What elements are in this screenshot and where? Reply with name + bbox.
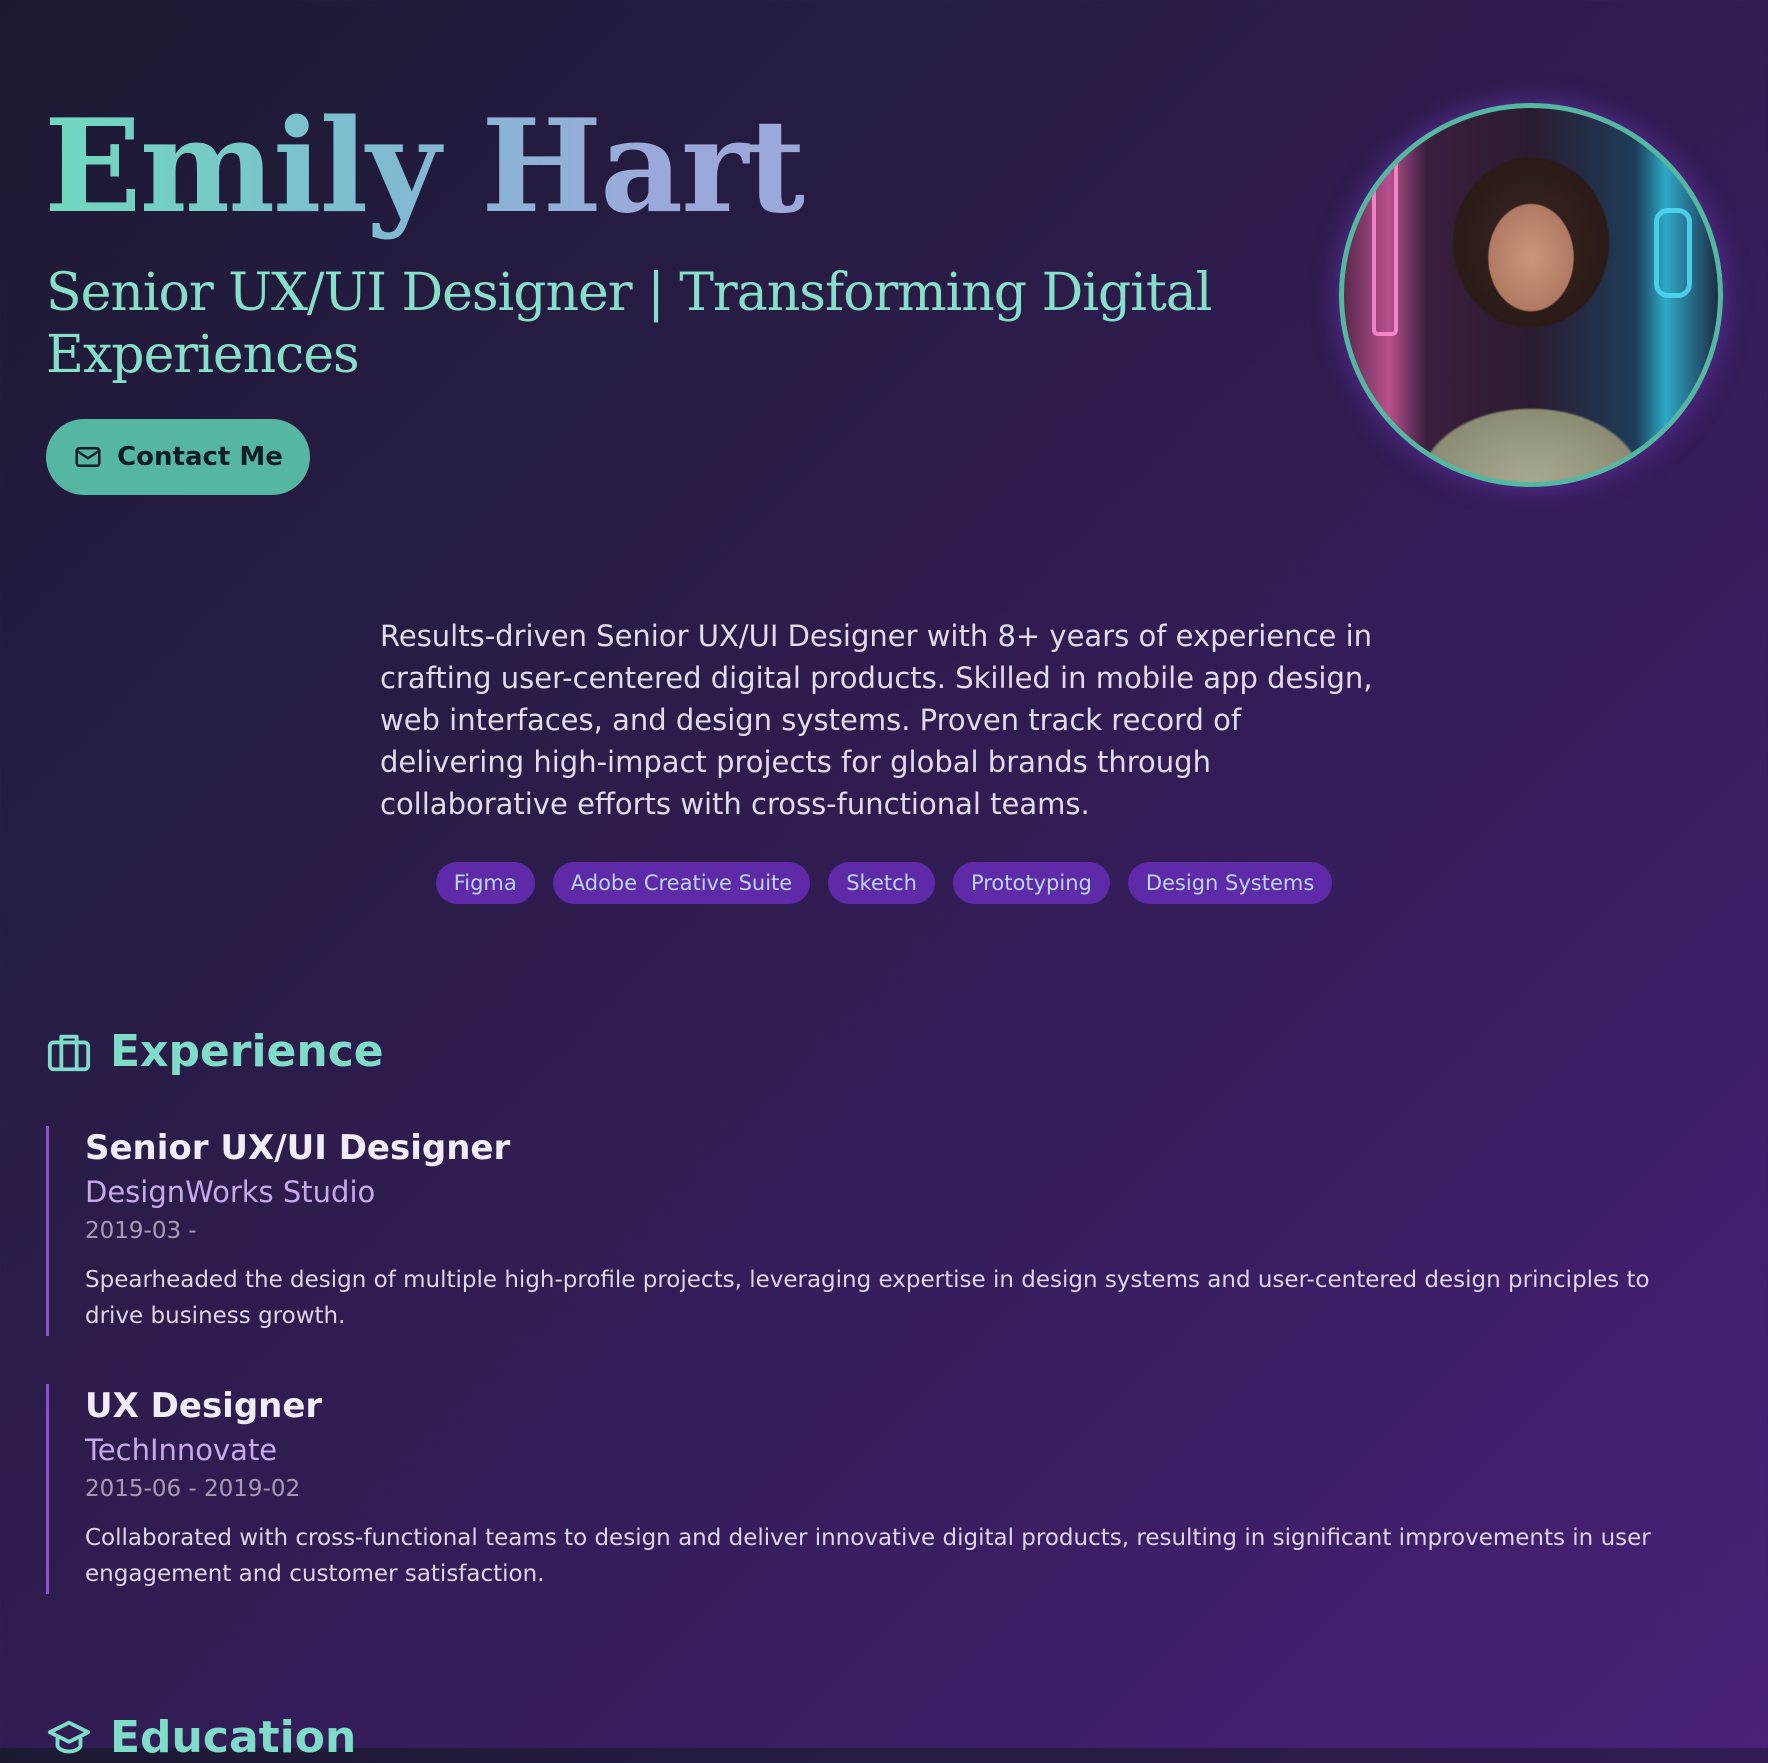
- mail-icon: [75, 447, 101, 467]
- profile-name: Emily Hart: [44, 92, 806, 242]
- contact-me-label: Contact Me: [117, 442, 283, 472]
- education-heading: Education: [46, 1712, 356, 1763]
- experience-description: Collaborated with cross-functional teams…: [85, 1525, 1651, 1587]
- experience-description: Spearheaded the design of multiple high-…: [85, 1267, 1650, 1329]
- skills-list: Figma Adobe Creative Suite Sketch Protot…: [0, 862, 1768, 904]
- experience-heading-label: Experience: [110, 1026, 384, 1077]
- experience-title: UX Designer: [85, 1386, 323, 1426]
- experience-item: Senior UX/UI Designer DesignWorks Studio…: [46, 1126, 1706, 1336]
- experience-item: UX Designer TechInnovate 2015-06 - 2019-…: [46, 1384, 1706, 1594]
- resume-page: Emily Hart Senior UX/UI Designer | Trans…: [0, 0, 1768, 1763]
- summary-text: Results-driven Senior UX/UI Designer wit…: [380, 619, 1373, 821]
- skill-tag: Prototyping: [952, 862, 1110, 904]
- skill-tag: Adobe Creative Suite: [552, 862, 811, 904]
- experience-dates: 2015-06 - 2019-02: [85, 1476, 301, 1502]
- education-heading-label: Education: [110, 1712, 357, 1763]
- contact-me-button[interactable]: Contact Me: [46, 419, 310, 495]
- avatar: [1339, 103, 1723, 487]
- profile-tagline: Senior UX/UI Designer | Transforming Dig…: [46, 263, 1212, 385]
- experience-dates: 2019-03 -: [85, 1218, 197, 1244]
- experience-title: Senior UX/UI Designer: [85, 1128, 511, 1168]
- briefcase-icon: [47, 1034, 91, 1071]
- experience-company: TechInnovate: [85, 1433, 278, 1467]
- avatar-neon-right: [1654, 208, 1692, 298]
- skill-tag: Design Systems: [1127, 862, 1333, 904]
- graduation-cap-icon: [47, 1720, 91, 1753]
- experience-heading: Experience: [46, 1026, 384, 1077]
- experience-company: DesignWorks Studio: [85, 1175, 376, 1209]
- skill-tag: Sketch: [828, 862, 935, 904]
- skill-tag: Figma: [435, 862, 535, 904]
- avatar-neon-left: [1372, 148, 1398, 336]
